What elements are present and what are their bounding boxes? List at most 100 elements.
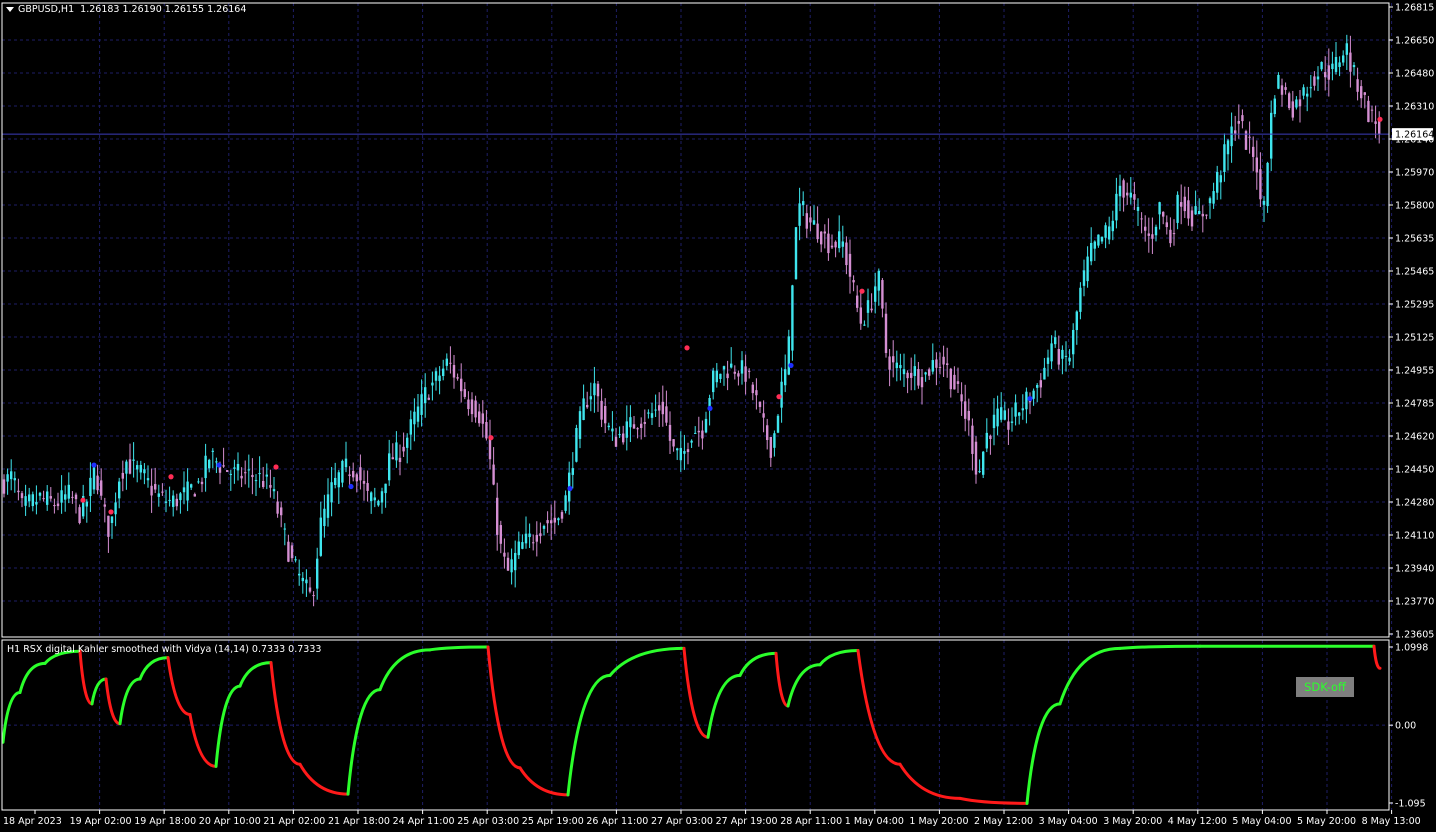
sdk-toggle-button[interactable]: SDK-off [1296, 677, 1354, 697]
candle-body [366, 483, 369, 491]
candle-body [28, 494, 31, 502]
candle-body [200, 481, 204, 485]
candle-body [38, 492, 42, 496]
candle-body [596, 383, 600, 397]
candle-body [1000, 407, 1003, 420]
candle-body [913, 366, 916, 376]
candle-body [892, 356, 895, 363]
candle-body [676, 448, 679, 451]
candle-body [1007, 421, 1010, 430]
candle-body [550, 520, 553, 524]
candle-body [686, 449, 690, 453]
time-tick-label: 2 May 12:00 [974, 816, 1033, 827]
candle-body [553, 517, 556, 523]
candle-body [67, 484, 70, 499]
candle-body [1169, 229, 1172, 244]
candle-body [852, 280, 855, 283]
candle-body [1154, 226, 1158, 236]
candle-body [1313, 76, 1316, 86]
candle-body [208, 459, 211, 469]
time-tick-label: 8 May 13:00 [1362, 816, 1421, 827]
candle-body [1122, 180, 1125, 198]
ohlc-values: 1.26183 1.26190 1.26155 1.26164 [80, 4, 247, 15]
candle-body [470, 399, 474, 415]
candle-body [1021, 408, 1024, 411]
candle-body [114, 502, 117, 515]
rsx-segment [118, 677, 142, 726]
candle-body [769, 436, 772, 458]
candle-body [1201, 213, 1204, 217]
candle-body [1284, 87, 1287, 90]
candle-body [726, 373, 729, 379]
candle-body [953, 374, 956, 390]
candle-body [1374, 121, 1377, 124]
candle-body [672, 439, 675, 447]
price-tick-label: 1.24620 [1395, 432, 1434, 443]
candle-body [503, 552, 506, 557]
price-tick-label: 1.25125 [1395, 333, 1434, 344]
candle-body [305, 579, 308, 584]
symbol-label: GBPUSD,H1 [18, 4, 75, 15]
candle-body [1208, 198, 1212, 204]
candle-body [456, 377, 459, 379]
candle-body [172, 495, 175, 507]
candle-body [730, 363, 733, 368]
candle-body [658, 405, 661, 411]
candle-body [816, 223, 819, 240]
rsx-tick-label: 1.0998 [1395, 643, 1428, 654]
time-tick-label: 27 Apr 03:00 [651, 816, 713, 827]
candle-body [1194, 206, 1197, 215]
candle-body [1086, 256, 1089, 282]
price-tick-label: 1.25295 [1395, 300, 1434, 311]
candle-body [1025, 391, 1028, 410]
candle-body [791, 285, 794, 351]
candle-body [802, 201, 805, 206]
candle-body [1003, 410, 1006, 420]
candle-body [1277, 74, 1280, 89]
time-tick-label: 19 Apr 02:00 [70, 816, 132, 827]
chevron-down-icon[interactable] [6, 7, 14, 12]
signal-dot-down [168, 474, 174, 480]
candle-body [611, 428, 614, 432]
candle-body [1291, 101, 1294, 118]
candle-body [949, 368, 952, 390]
candle-body [31, 494, 34, 507]
candle-body [798, 203, 801, 226]
candle-body [377, 500, 380, 506]
candle-body [593, 383, 596, 396]
candle-body [632, 424, 636, 429]
candle-body [344, 458, 348, 468]
rsx-segment [682, 646, 710, 739]
candle-body [467, 399, 470, 410]
rsx-segment [1118, 644, 1202, 650]
candle-body [589, 396, 592, 400]
time-tick-label: 21 Apr 02:00 [263, 816, 325, 827]
candle-body [352, 471, 355, 478]
candle-body [283, 528, 286, 530]
rsx-segment [898, 762, 962, 800]
candle-body [841, 241, 844, 247]
candle-body [1205, 214, 1208, 216]
candle-body [384, 483, 387, 494]
rsx-segment [1372, 644, 1382, 670]
candle-body [395, 442, 398, 461]
candle-body [748, 370, 751, 372]
candle-body [1165, 222, 1168, 228]
chart-canvas[interactable]: 1.268151.266501.264801.263101.261401.259… [0, 0, 1436, 832]
candle-body [107, 515, 110, 537]
signal-dot-down [1377, 116, 1383, 122]
candle-body [920, 377, 924, 388]
candle-body [571, 468, 574, 475]
signal-dot-down [273, 464, 279, 470]
price-tick-label: 1.23770 [1395, 597, 1434, 608]
candle-body [49, 496, 52, 499]
candle-body [1320, 61, 1323, 70]
candle-body [830, 245, 834, 248]
candle-body [704, 418, 708, 433]
candle-body [823, 231, 826, 234]
candle-body [164, 501, 168, 503]
candle-body [254, 480, 258, 482]
candle-body [758, 401, 762, 407]
candle-body [773, 433, 776, 448]
candle-body [787, 336, 790, 375]
